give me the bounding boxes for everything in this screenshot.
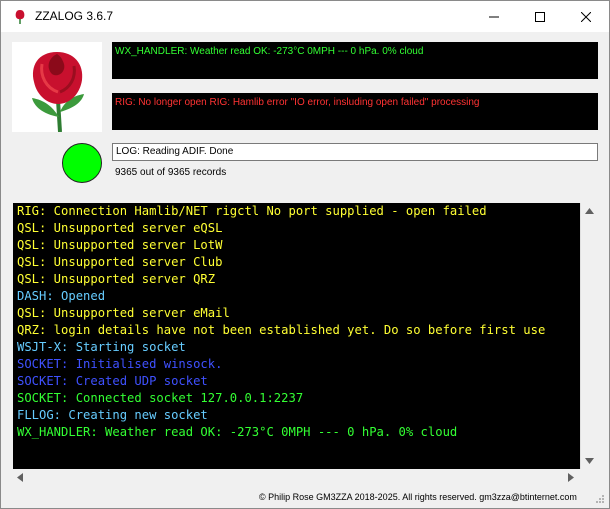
console-line: SOCKET: Initialised winsock. bbox=[17, 357, 223, 371]
console-line: FLLOG: Creating new socket bbox=[17, 408, 208, 422]
scroll-up-icon[interactable] bbox=[585, 208, 594, 214]
rig-status-text: RIG: No longer open RIG: Hamlib error "I… bbox=[115, 97, 480, 108]
app-window: ZZALOG 3.6.7 WX_HANDLER: Weather read OK… bbox=[0, 0, 610, 509]
record-count: 9365 out of 9365 records bbox=[115, 167, 227, 178]
scroll-left-icon[interactable] bbox=[17, 473, 23, 482]
title-bar[interactable]: ZZALOG 3.6.7 bbox=[1, 1, 609, 32]
status-led-icon bbox=[62, 143, 102, 183]
rose-image bbox=[32, 52, 84, 133]
maximize-icon bbox=[535, 11, 545, 22]
console-line: QSL: Unsupported server eQSL bbox=[17, 221, 223, 235]
console-line: DASH: Opened bbox=[17, 289, 106, 303]
window-title: ZZALOG 3.6.7 bbox=[35, 9, 114, 23]
horizontal-scrollbar[interactable] bbox=[13, 469, 580, 485]
console-line: WX_HANDLER: Weather read OK: -273°C 0MPH… bbox=[17, 425, 458, 439]
scroll-down-icon[interactable] bbox=[585, 458, 594, 464]
console-line: SOCKET: Created UDP socket bbox=[17, 374, 208, 388]
console-line: QSL: Unsupported server eMail bbox=[17, 306, 230, 320]
log-status-field: LOG: Reading ADIF. Done bbox=[112, 143, 598, 161]
console-line: SOCKET: Connected socket 127.0.0.1:2237 bbox=[17, 391, 304, 405]
rig-status-panel: RIG: No longer open RIG: Hamlib error "I… bbox=[112, 93, 598, 130]
wx-status-text: WX_HANDLER: Weather read OK: -273°C 0MPH… bbox=[115, 46, 424, 57]
scroll-corner bbox=[580, 469, 597, 485]
resize-grip-icon[interactable] bbox=[595, 494, 605, 504]
status-console[interactable]: RIG: Connection Hamlib/NET rigctl No por… bbox=[13, 203, 580, 469]
vertical-scrollbar[interactable] bbox=[580, 203, 598, 469]
console-line: RIG: Connection Hamlib/NET rigctl No por… bbox=[17, 204, 487, 218]
close-button[interactable] bbox=[563, 1, 609, 32]
maximize-button[interactable] bbox=[517, 1, 563, 32]
minimize-icon bbox=[489, 16, 499, 17]
console-line: WSJT-X: Starting socket bbox=[17, 340, 186, 354]
log-status-text: LOG: Reading ADIF. Done bbox=[116, 146, 234, 157]
minimize-button[interactable] bbox=[471, 1, 517, 32]
rose-logo bbox=[12, 42, 102, 133]
rose-icon bbox=[15, 10, 25, 24]
console-line: QSL: Unsupported server LotW bbox=[17, 238, 223, 252]
console-line: QSL: Unsupported server QRZ bbox=[17, 272, 216, 286]
scroll-right-icon[interactable] bbox=[568, 473, 574, 482]
wx-status-panel: WX_HANDLER: Weather read OK: -273°C 0MPH… bbox=[112, 42, 598, 79]
close-icon bbox=[581, 11, 591, 22]
console-line: QRZ: login details have not been establi… bbox=[17, 323, 546, 337]
console-line: QSL: Unsupported server Club bbox=[17, 255, 223, 269]
copyright-footer: © Philip Rose GM3ZZA 2018-2025. All righ… bbox=[259, 492, 577, 502]
